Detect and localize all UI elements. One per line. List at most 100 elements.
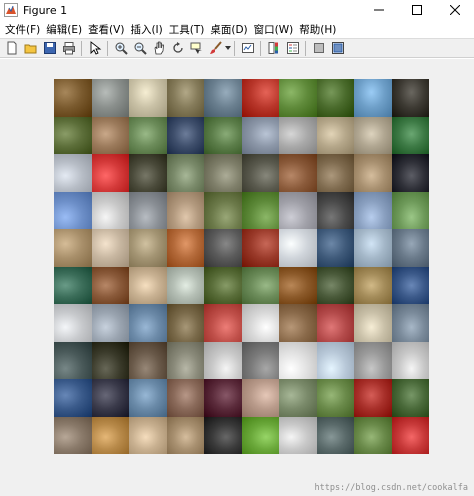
menu-insert[interactable]: 插入(I) — [127, 22, 165, 37]
pan-button[interactable] — [151, 40, 167, 56]
image-tile — [354, 341, 392, 379]
image-tile — [54, 266, 92, 304]
image-tile — [91, 304, 129, 342]
zoom-out-button[interactable] — [132, 40, 148, 56]
maximize-button[interactable] — [398, 0, 436, 20]
save-button[interactable] — [42, 40, 58, 56]
rotate-3d-button[interactable] — [170, 40, 186, 56]
image-tile — [91, 191, 129, 229]
insert-colorbar-button[interactable] — [266, 40, 282, 56]
image-tile — [166, 379, 204, 417]
menu-desktop[interactable]: 桌面(D) — [207, 22, 250, 37]
image-tile — [166, 191, 204, 229]
brush-dropdown[interactable] — [225, 41, 231, 55]
legend-icon — [286, 42, 299, 54]
image-tile — [354, 191, 392, 229]
image-tile — [279, 304, 317, 342]
close-button[interactable] — [436, 0, 474, 20]
image-montage — [54, 79, 429, 454]
brush-icon — [209, 41, 222, 54]
image-tile — [204, 79, 242, 117]
image-tile — [54, 79, 92, 117]
image-tile — [391, 379, 429, 417]
toolbar-separator — [260, 40, 261, 56]
image-tile — [241, 304, 279, 342]
image-tile — [316, 341, 354, 379]
image-tile — [316, 304, 354, 342]
image-tile — [279, 416, 317, 454]
image-tile — [129, 341, 167, 379]
menu-bar: 文件(F) 编辑(E) 查看(V) 插入(I) 工具(T) 桌面(D) 窗口(W… — [0, 20, 474, 38]
minimize-button[interactable] — [360, 0, 398, 20]
image-tile — [241, 416, 279, 454]
link-plot-button[interactable] — [240, 40, 256, 56]
watermark-text: https://blog.csdn.net/cookalfa — [314, 483, 468, 493]
link-plot-icon — [241, 43, 254, 53]
menu-tools[interactable]: 工具(T) — [166, 22, 208, 37]
insert-legend-button[interactable] — [285, 40, 301, 56]
menu-window[interactable]: 窗口(W) — [251, 22, 297, 37]
image-tile — [279, 379, 317, 417]
image-tile — [316, 154, 354, 192]
close-icon — [450, 5, 460, 15]
figure-toolbar — [0, 38, 474, 58]
image-tile — [91, 116, 129, 154]
image-tile — [204, 341, 242, 379]
image-tile — [129, 379, 167, 417]
zoom-in-button[interactable] — [113, 40, 129, 56]
image-tile — [391, 229, 429, 267]
image-tile — [91, 79, 129, 117]
image-tile — [204, 116, 242, 154]
data-cursor-button[interactable] — [189, 40, 205, 56]
new-figure-button[interactable] — [4, 40, 20, 56]
image-tile — [166, 266, 204, 304]
minimize-icon — [374, 9, 384, 11]
show-plot-tools-icon — [331, 42, 344, 54]
open-file-button[interactable] — [23, 40, 39, 56]
image-tile — [241, 116, 279, 154]
image-tile — [391, 116, 429, 154]
menu-help[interactable]: 帮助(H) — [296, 22, 339, 37]
window-controls — [360, 0, 474, 20]
print-button[interactable] — [61, 40, 77, 56]
image-tile — [204, 266, 242, 304]
image-tile — [166, 116, 204, 154]
image-tile — [354, 154, 392, 192]
show-plot-tools-button[interactable] — [330, 40, 346, 56]
image-tile — [54, 379, 92, 417]
menu-file[interactable]: 文件(F) — [2, 22, 43, 37]
image-tile — [54, 154, 92, 192]
menu-view[interactable]: 查看(V) — [85, 22, 127, 37]
brush-button[interactable] — [208, 40, 224, 56]
image-tile — [391, 79, 429, 117]
image-tile — [279, 116, 317, 154]
image-tile — [91, 416, 129, 454]
hide-plot-tools-button[interactable] — [311, 40, 327, 56]
image-tile — [129, 79, 167, 117]
image-tile — [354, 379, 392, 417]
image-tile — [166, 416, 204, 454]
hide-plot-tools-icon — [313, 43, 324, 53]
image-tile — [354, 416, 392, 454]
new-figure-icon — [7, 41, 16, 55]
image-tile — [129, 116, 167, 154]
toolbar-separator — [234, 40, 235, 56]
image-tile — [91, 266, 129, 304]
image-tile — [129, 154, 167, 192]
image-tile — [316, 116, 354, 154]
print-icon — [62, 42, 75, 55]
toolbar-separator — [81, 40, 82, 56]
image-tile — [391, 416, 429, 454]
image-tile — [354, 229, 392, 267]
image-tile — [391, 154, 429, 192]
menu-edit[interactable]: 编辑(E) — [43, 22, 85, 37]
toolbar-separator — [305, 40, 306, 56]
select-button[interactable] — [87, 40, 103, 56]
window-title: Figure 1 — [23, 3, 68, 17]
image-tile — [279, 154, 317, 192]
image-tile — [204, 416, 242, 454]
image-tile — [241, 266, 279, 304]
image-tile — [129, 191, 167, 229]
pan-hand-icon — [154, 41, 164, 55]
image-tile — [316, 416, 354, 454]
